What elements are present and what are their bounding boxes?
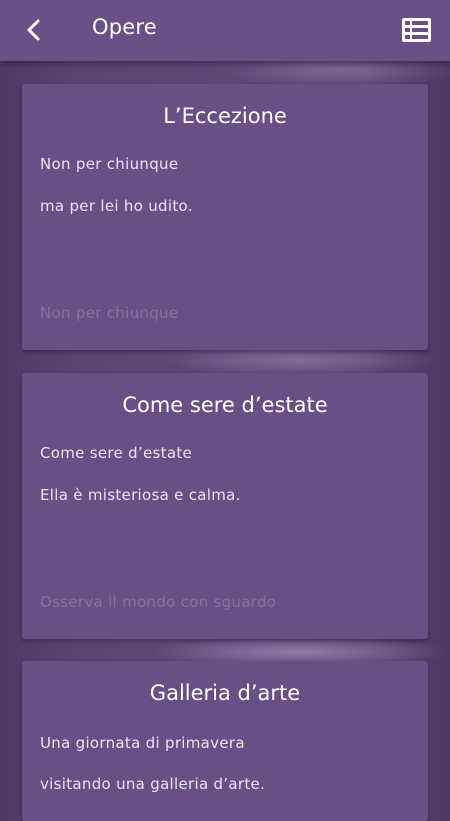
poem-card[interactable]: Come sere d’estate Come sere d’estate El…: [22, 373, 428, 639]
card-title: Come sere d’estate: [122, 393, 328, 417]
back-button[interactable]: [18, 14, 50, 46]
app-bar: Opere: [0, 0, 450, 61]
card-title: L’Eccezione: [163, 104, 287, 128]
card-line: ma per lei ho udito.: [40, 197, 193, 215]
list-view-icon: [401, 18, 431, 42]
page-title: Opere: [92, 15, 157, 39]
card-line: Ella è misteriosa e calma.: [40, 486, 241, 504]
list-view-button[interactable]: [400, 15, 432, 45]
card-line: Non per chiunque: [40, 155, 179, 173]
card-line: visitando una galleria d’arte.: [40, 775, 266, 793]
poem-card[interactable]: L’Eccezione Non per chiunque ma per lei …: [22, 84, 428, 350]
chevron-left-icon: [27, 19, 40, 41]
card-line-faded: Osserva il mondo con sguardo: [40, 593, 277, 611]
poem-card[interactable]: Galleria d’arte Una giornata di primaver…: [22, 661, 428, 821]
card-line-faded: Non per chiunque: [40, 304, 179, 322]
card-line: Come sere d’estate: [40, 444, 193, 462]
card-title: Galleria d’arte: [149, 681, 301, 705]
card-line: Una giornata di primavera: [40, 734, 245, 752]
